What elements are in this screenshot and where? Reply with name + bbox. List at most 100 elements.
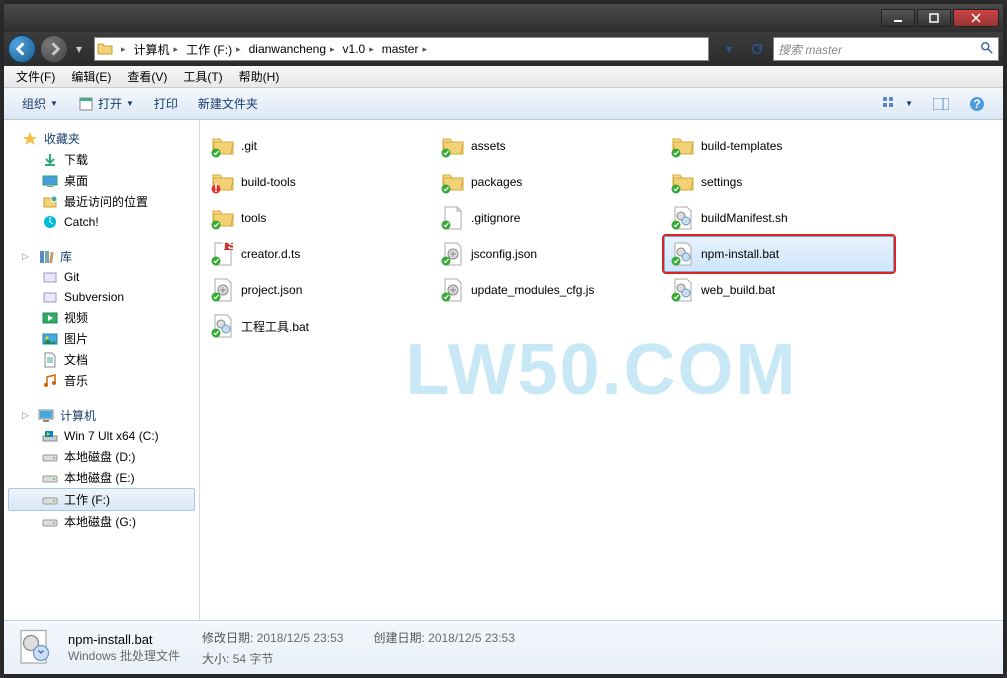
sidebar-libraries-header[interactable]: ▷库 xyxy=(4,246,199,267)
organize-button[interactable]: 组织▼ xyxy=(12,91,68,116)
desktop-icon xyxy=(42,173,58,189)
preview-pane-button[interactable] xyxy=(923,94,959,114)
titlebar[interactable] xyxy=(4,4,1003,32)
menu-file[interactable]: 文件(F) xyxy=(8,66,63,87)
file-item[interactable]: settings xyxy=(664,164,894,200)
drive-icon xyxy=(42,449,58,465)
search-input[interactable]: 搜索 master xyxy=(773,37,999,61)
sidebar-item-drive-g[interactable]: 本地磁盘 (G:) xyxy=(4,511,199,532)
file-item[interactable]: buildManifest.sh xyxy=(664,200,894,236)
file-name: project.json xyxy=(241,283,302,297)
catch-icon xyxy=(42,214,58,230)
svn-icon xyxy=(42,289,58,305)
sh-icon xyxy=(671,206,695,230)
library-icon xyxy=(38,249,54,265)
sidebar-item-git[interactable]: Git xyxy=(4,267,199,287)
sidebar-item-drive-e[interactable]: 本地磁盘 (E:) xyxy=(4,467,199,488)
menu-edit[interactable]: 编辑(E) xyxy=(63,66,119,87)
sidebar-favorites-header[interactable]: 收藏夹 xyxy=(4,128,199,149)
menubar: 文件(F) 编辑(E) 查看(V) 工具(T) 帮助(H) xyxy=(4,66,1003,88)
sidebar-item-videos[interactable]: 视频 xyxy=(4,307,199,328)
view-options-button[interactable]: ▼ xyxy=(873,93,923,115)
file-name: .gitignore xyxy=(471,211,520,225)
svg-text:TS: TS xyxy=(220,242,235,252)
file-item[interactable]: npm-install.bat xyxy=(664,236,894,272)
drive-icon xyxy=(42,514,58,530)
file-item[interactable]: web_build.bat xyxy=(664,272,894,308)
json-icon xyxy=(441,242,465,266)
folder-warn-icon: ! xyxy=(211,170,235,194)
file-item[interactable]: project.json xyxy=(204,272,434,308)
print-button[interactable]: 打印 xyxy=(144,91,188,116)
file-item[interactable]: assets xyxy=(434,128,664,164)
refresh-button[interactable] xyxy=(745,38,769,60)
file-item[interactable]: update_modules_cfg.js xyxy=(434,272,664,308)
sidebar-item-recent[interactable]: 最近访问的位置 xyxy=(4,191,199,212)
computer-icon xyxy=(38,408,54,424)
breadcrumb-item[interactable]: 工作 (F:)▸ xyxy=(182,39,245,60)
bat-icon xyxy=(671,242,695,266)
sidebar-item-pictures[interactable]: 图片 xyxy=(4,328,199,349)
sidebar-item-desktop[interactable]: 桌面 xyxy=(4,170,199,191)
svg-text:?: ? xyxy=(973,97,980,111)
address-bar[interactable]: ▸ 计算机▸ 工作 (F:)▸ dianwancheng▸ v1.0▸ mast… xyxy=(94,37,709,61)
back-button[interactable] xyxy=(8,35,36,63)
sidebar-item-downloads[interactable]: 下载 xyxy=(4,149,199,170)
sidebar-item-documents[interactable]: 文档 xyxy=(4,349,199,370)
help-button[interactable]: ? xyxy=(959,92,995,116)
file-item[interactable]: 工程工具.bat xyxy=(204,308,434,344)
breadcrumb-item[interactable]: master▸ xyxy=(378,40,431,58)
history-dropdown[interactable]: ▾ xyxy=(72,39,86,59)
breadcrumb-item[interactable]: dianwancheng▸ xyxy=(245,40,339,58)
file-item[interactable]: build-templates xyxy=(664,128,894,164)
sidebar-item-drive-c[interactable]: Win 7 Ult x64 (C:) xyxy=(4,426,199,446)
sidebar-computer-header[interactable]: ▷计算机 xyxy=(4,405,199,426)
breadcrumb-root[interactable]: ▸ xyxy=(113,42,130,57)
file-name: npm-install.bat xyxy=(701,247,779,261)
menu-help[interactable]: 帮助(H) xyxy=(231,66,288,87)
breadcrumb-item[interactable]: 计算机▸ xyxy=(130,39,183,60)
file-name: 工程工具.bat xyxy=(241,318,309,335)
breadcrumb-item[interactable]: v1.0▸ xyxy=(339,40,378,58)
file-name: update_modules_cfg.js xyxy=(471,283,594,297)
file-name: build-tools xyxy=(241,175,296,189)
details-size: 54 字节 xyxy=(233,652,274,666)
minimize-button[interactable] xyxy=(881,9,915,27)
search-icon[interactable] xyxy=(980,41,994,58)
open-button[interactable]: 打开▼ xyxy=(68,91,144,116)
bat-icon xyxy=(211,314,235,338)
newfolder-button[interactable]: 新建文件夹 xyxy=(188,91,268,116)
file-name: .git xyxy=(241,139,257,153)
address-dropdown[interactable]: ▾ xyxy=(717,38,741,60)
close-button[interactable] xyxy=(953,9,999,27)
menu-view[interactable]: 查看(V) xyxy=(119,66,175,87)
file-item[interactable]: TScreator.d.ts xyxy=(204,236,434,272)
sidebar-item-subversion[interactable]: Subversion xyxy=(4,287,199,307)
drive-icon xyxy=(42,492,58,508)
file-item[interactable]: ! build-tools xyxy=(204,164,434,200)
file-item[interactable]: tools xyxy=(204,200,434,236)
navbar: ▾ ▸ 计算机▸ 工作 (F:)▸ dianwancheng▸ v1.0▸ ma… xyxy=(4,32,1003,66)
file-list-pane[interactable]: LW50.COM .gitassetsbuild-templates!build… xyxy=(200,120,1003,620)
file-item[interactable]: .git xyxy=(204,128,434,164)
picture-icon xyxy=(42,331,58,347)
sidebar-item-drive-f[interactable]: 工作 (F:) xyxy=(8,488,195,511)
forward-button[interactable] xyxy=(40,35,68,63)
sidebar-item-music[interactable]: 音乐 xyxy=(4,370,199,391)
sidebar-item-drive-d[interactable]: 本地磁盘 (D:) xyxy=(4,446,199,467)
file-name: jsconfig.json xyxy=(471,247,537,261)
menu-tools[interactable]: 工具(T) xyxy=(175,66,230,87)
explorer-window: ▾ ▸ 计算机▸ 工作 (F:)▸ dianwancheng▸ v1.0▸ ma… xyxy=(3,3,1004,675)
drive-icon xyxy=(42,470,58,486)
file-item[interactable]: packages xyxy=(434,164,664,200)
sidebar-item-catch[interactable]: Catch! xyxy=(4,212,199,232)
maximize-button[interactable] xyxy=(917,9,951,27)
svg-text:!: ! xyxy=(214,181,218,194)
file-item[interactable]: jsconfig.json xyxy=(434,236,664,272)
recent-icon xyxy=(42,194,58,210)
file-item[interactable]: .gitignore xyxy=(434,200,664,236)
file-name: buildManifest.sh xyxy=(701,211,788,225)
folder-icon xyxy=(671,170,695,194)
file-name: build-templates xyxy=(701,139,782,153)
document-icon xyxy=(42,352,58,368)
